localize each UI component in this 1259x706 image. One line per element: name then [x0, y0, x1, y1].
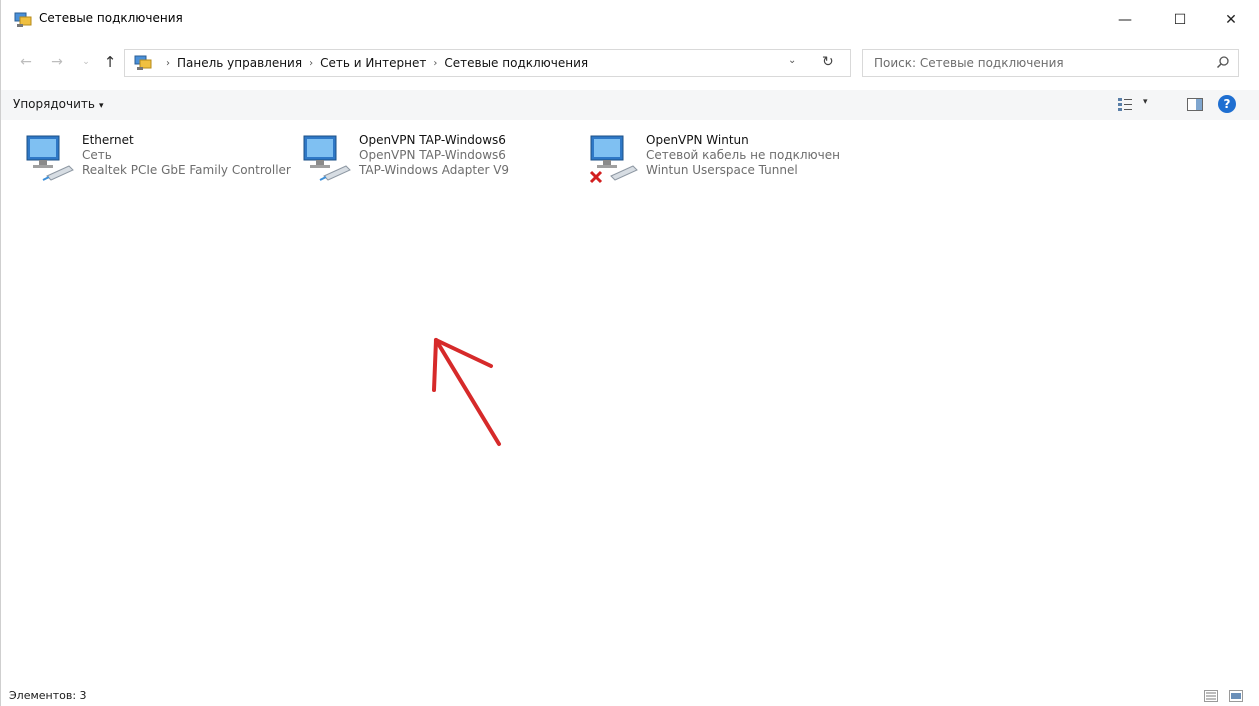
change-view-icon[interactable]	[1117, 96, 1133, 112]
network-adapter-icon	[26, 135, 74, 181]
explorer-window: Сетевые подключения — ☐ ✕ ← → ⌄ ↑ › Пане…	[0, 0, 1259, 706]
search-placeholder: Поиск: Сетевые подключения	[874, 56, 1064, 70]
connection-text: OpenVPN Wintun Сетевой кабель не подключ…	[646, 133, 840, 178]
organize-button[interactable]: Упорядочить ▾	[13, 97, 103, 111]
red-arrow-annotation	[432, 338, 501, 446]
breadcrumb-separator-icon[interactable]: ›	[309, 58, 313, 69]
recent-locations-button[interactable]: ⌄	[75, 50, 97, 74]
details-view-icon[interactable]	[1204, 690, 1218, 702]
connection-device: Wintun Userspace Tunnel	[646, 163, 798, 177]
control-panel-icon	[134, 55, 152, 70]
maximize-button[interactable]: ☐	[1157, 0, 1203, 40]
preview-pane-icon[interactable]	[1187, 98, 1203, 111]
navigation-bar: ← → ⌄ ↑ › Панель управления › Сеть и Инт…	[1, 46, 1259, 80]
status-bar: Элементов: 3	[1, 682, 1259, 706]
connection-status: Сеть	[82, 148, 112, 162]
connection-status: Сетевой кабель не подключен	[646, 148, 840, 162]
close-button[interactable]: ✕	[1208, 0, 1254, 40]
connection-device: TAP-Windows Adapter V9	[359, 163, 510, 177]
command-bar: Упорядочить ▾ ▾ ?	[1, 90, 1259, 120]
large-icons-view-icon[interactable]	[1229, 690, 1243, 702]
breadcrumb-separator-icon[interactable]: ›	[166, 58, 170, 69]
connection-name: OpenVPN Wintun	[646, 133, 749, 147]
help-button[interactable]: ?	[1218, 95, 1236, 113]
chevron-down-icon: ▾	[98, 101, 104, 111]
connection-text: Ethernet Сеть Realtek PCIe GbE Family Co…	[82, 133, 291, 178]
item-count: Элементов: 3	[9, 689, 87, 702]
breadcrumb-separator-icon[interactable]: ›	[433, 58, 437, 69]
breadcrumb: › Панель управления › Сеть и Интернет › …	[159, 56, 588, 70]
organize-label: Упорядочить	[13, 97, 95, 111]
network-adapter-icon	[303, 135, 351, 181]
search-input[interactable]: Поиск: Сетевые подключения	[862, 49, 1239, 77]
connection-device: Realtek PCIe GbE Family Controller	[82, 163, 291, 177]
connection-name: Ethernet	[82, 133, 134, 147]
address-bar[interactable]: › Панель управления › Сеть и Интернет › …	[124, 49, 851, 77]
search-icon[interactable]	[1216, 55, 1230, 69]
minimize-button[interactable]: —	[1102, 0, 1148, 40]
connection-name: OpenVPN TAP-Windows6	[359, 133, 506, 147]
network-adapter-disconnected-icon	[589, 135, 638, 184]
title-bar: Сетевые подключения — ☐ ✕	[1, 0, 1259, 40]
connection-text: OpenVPN TAP-Windows6 OpenVPN TAP-Windows…	[359, 133, 509, 178]
connection-status: OpenVPN TAP-Windows6	[359, 148, 506, 162]
back-button[interactable]: ←	[15, 50, 37, 74]
up-button[interactable]: ↑	[99, 50, 121, 74]
view-options-chevron-icon[interactable]: ▾	[1143, 97, 1148, 107]
refresh-icon[interactable]: ↻	[822, 54, 834, 70]
window-title: Сетевые подключения	[39, 11, 183, 25]
breadcrumb-control-panel[interactable]: Панель управления	[177, 56, 302, 70]
breadcrumb-network-connections[interactable]: Сетевые подключения	[444, 56, 588, 70]
forward-button[interactable]: →	[46, 50, 68, 74]
breadcrumb-network-internet[interactable]: Сеть и Интернет	[320, 56, 426, 70]
address-dropdown-icon[interactable]: ⌄	[788, 55, 796, 66]
connections-list: Ethernet Сеть Realtek PCIe GbE Family Co…	[1, 124, 1259, 680]
network-connections-icon	[14, 12, 32, 27]
